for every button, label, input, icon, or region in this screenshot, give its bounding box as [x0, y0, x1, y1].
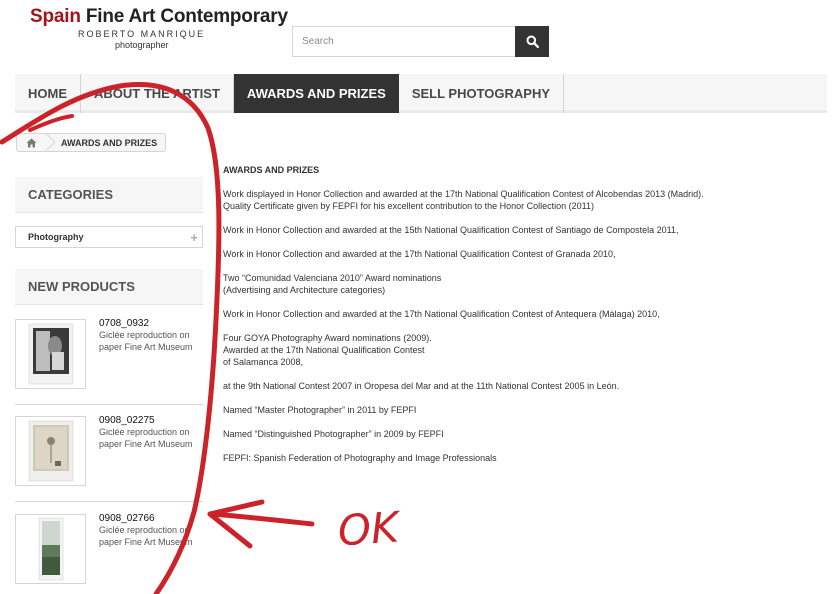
content-title: AWARDS AND PRIZES: [223, 165, 320, 175]
product-image: [38, 517, 63, 581]
award-line: at the 9th National Contest 2007 in Orop…: [223, 381, 620, 391]
award-paragraph: Work in Honor Collection and awarded at …: [223, 308, 823, 320]
logo-subtitle: ROBERTO MANRIQUE: [78, 29, 206, 39]
annotation-arrow-shaft: [207, 511, 315, 527]
award-paragraph: Work in Honor Collection and awarded at …: [223, 248, 823, 260]
award-line: of Salamanca 2008,: [223, 357, 304, 367]
product-name[interactable]: 0708_0932: [99, 318, 149, 329]
product-item: 0908_02275 Giclée reproduction on paper …: [15, 411, 203, 503]
annotation-curve-hook: [28, 114, 74, 132]
award-line: Two “Comunidad Valenciana 2010” Award no…: [223, 273, 442, 283]
product-description: Giclée reproduction on paper Fine Art Mu…: [99, 427, 193, 449]
award-paragraph: Named “Distinguished Photographer” in 20…: [223, 428, 823, 440]
search-button[interactable]: [515, 26, 549, 57]
product-name[interactable]: 0908_02766: [99, 513, 155, 524]
award-paragraph: FEPFI: Spanish Federation of Photography…: [223, 452, 823, 464]
product-thumbnail[interactable]: [15, 319, 86, 389]
nav-awards-and-prizes[interactable]: AWARDS AND PRIZES: [233, 74, 399, 113]
award-line: Awarded at the 17th National Qualificati…: [223, 345, 425, 355]
category-item-photography[interactable]: Photography +: [15, 226, 203, 248]
category-label: Photography: [28, 232, 84, 242]
home-icon: [26, 138, 36, 147]
award-paragraph: Work displayed in Honor Collection and a…: [223, 188, 823, 212]
award-line: FEPFI: Spanish Federation of Photography…: [223, 453, 497, 463]
awards-list: Work displayed in Honor Collection and a…: [223, 188, 823, 464]
product-description: Giclée reproduction on paper Fine Art Mu…: [99, 525, 193, 547]
categories-title: CATEGORIES: [15, 177, 203, 213]
award-line: Work in Honor Collection and awarded at …: [223, 309, 660, 319]
logo-title: Spain Fine Art Contemporary: [30, 6, 288, 28]
award-line: Quality Certificate given by FEPFI for h…: [223, 201, 595, 211]
annotation-text: OK: [336, 502, 403, 555]
product-item: 0708_0932 Giclée reproduction on paper F…: [15, 314, 203, 406]
award-paragraph: Named “Master Photographer” in 2011 by F…: [223, 404, 823, 416]
breadcrumb: AWARDS AND PRIZES: [16, 133, 167, 152]
product-image: [28, 323, 73, 385]
award-paragraph: at the 9th National Contest 2007 in Orop…: [223, 380, 823, 392]
logo-tagline: photographer: [115, 40, 169, 50]
award-paragraph: Two “Comunidad Valenciana 2010” Award no…: [223, 272, 823, 296]
award-paragraph: Work in Honor Collection and awarded at …: [223, 224, 823, 236]
product-thumbnail[interactable]: [15, 514, 86, 584]
award-line: Named “Distinguished Photographer” in 20…: [223, 429, 444, 439]
search-bar: [292, 26, 549, 57]
awards-content: AWARDS AND PRIZES Work displayed in Hono…: [223, 164, 823, 476]
site-logo[interactable]: Spain Fine Art Contemporary ROBERTO MANR…: [30, 6, 288, 50]
product-divider: [15, 404, 203, 405]
award-line: Work displayed in Honor Collection and a…: [223, 189, 704, 199]
award-paragraph: Four GOYA Photography Award nominations …: [223, 332, 823, 368]
product-item: 0908_02766 Giclée reproduction on paper …: [15, 509, 203, 594]
search-input[interactable]: [292, 26, 515, 57]
product-thumbnail[interactable]: [15, 416, 86, 486]
logo-title-rest: Fine Art Contemporary: [85, 6, 288, 27]
logo-title-accent: Spain: [30, 6, 81, 27]
product-divider: [15, 501, 203, 502]
expand-plus-icon[interactable]: +: [190, 230, 198, 245]
product-description: Giclée reproduction on paper Fine Art Mu…: [99, 330, 193, 352]
product-name[interactable]: 0908_02275: [99, 415, 155, 426]
new-products-title: NEW PRODUCTS: [15, 269, 203, 305]
award-line: Four GOYA Photography Award nominations …: [223, 333, 432, 343]
award-line: Work in Honor Collection and awarded at …: [223, 249, 616, 259]
search-icon: [526, 35, 539, 48]
nav-sell-photography[interactable]: SELL PHOTOGRAPHY: [399, 74, 565, 113]
main-nav: HOME ABOUT THE ARTIST AWARDS AND PRIZES …: [15, 74, 827, 113]
award-line: Work in Honor Collection and awarded at …: [223, 225, 679, 235]
breadcrumb-current: AWARDS AND PRIZES: [61, 137, 158, 148]
product-image: [28, 420, 73, 482]
award-line: Named “Master Photographer” in 2011 by F…: [223, 405, 417, 415]
award-line: (Advertising and Architecture categories…: [223, 285, 386, 295]
annotation-arrow-head: [207, 499, 265, 549]
nav-about-the-artist[interactable]: ABOUT THE ARTIST: [81, 74, 234, 113]
breadcrumb-separator: [45, 134, 55, 151]
nav-home[interactable]: HOME: [15, 74, 81, 113]
